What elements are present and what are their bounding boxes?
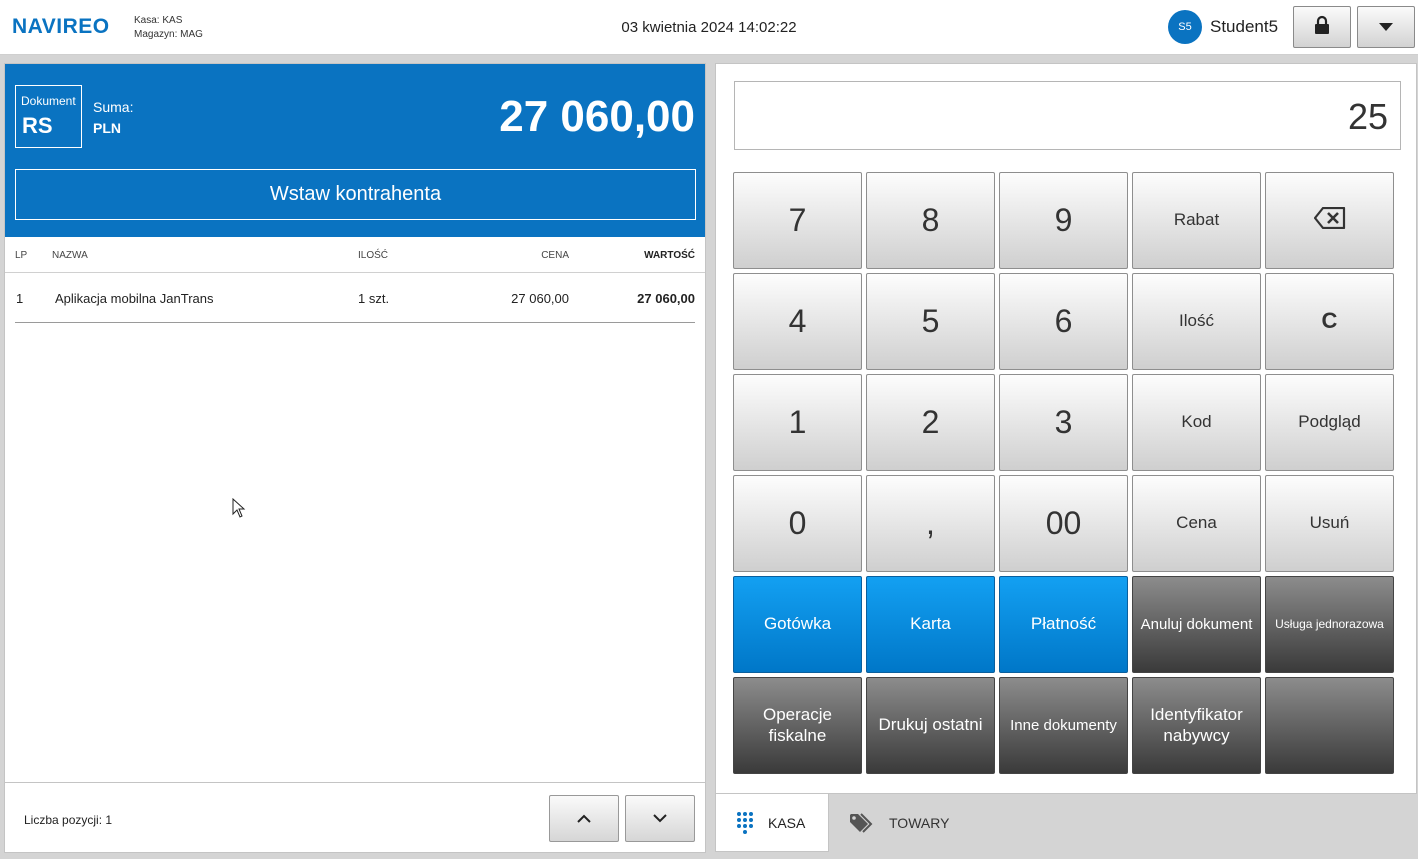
mouse-cursor-icon bbox=[232, 497, 246, 523]
empty-button[interactable] bbox=[1265, 677, 1394, 774]
tab-kasa[interactable]: KASA bbox=[715, 794, 829, 852]
key-9[interactable]: 9 bbox=[999, 172, 1128, 269]
station-info: Kasa: KAS Magazyn: MAG bbox=[134, 14, 203, 42]
item-count-label: Liczba pozycji: bbox=[24, 813, 103, 827]
col-wartosc: WARTOŚĆ bbox=[644, 250, 695, 261]
sum-label: Suma: bbox=[93, 99, 134, 115]
row-wartosc: 27 060,00 bbox=[637, 291, 695, 306]
key-00[interactable]: 00 bbox=[999, 475, 1128, 572]
username[interactable]: Student5 bbox=[1210, 17, 1278, 37]
document-total: 27 060,00 bbox=[499, 92, 695, 141]
col-nazwa: NAZWA bbox=[52, 250, 88, 261]
quantity-button[interactable]: Ilość bbox=[1132, 273, 1261, 370]
key-6[interactable]: 6 bbox=[999, 273, 1128, 370]
code-button[interactable]: Kod bbox=[1132, 374, 1261, 471]
item-count-value: 1 bbox=[105, 813, 113, 827]
row-lp: 1 bbox=[16, 291, 24, 306]
preview-button[interactable]: Podgląd bbox=[1265, 374, 1394, 471]
delete-button[interactable]: Usuń bbox=[1265, 475, 1394, 572]
document-label: Dokument bbox=[21, 94, 76, 108]
cancel-document-button[interactable]: Anuluj dokument bbox=[1132, 576, 1261, 673]
currency-label: PLN bbox=[93, 120, 121, 136]
kasa-label: Kasa: bbox=[134, 15, 160, 26]
receipt-footer: Liczba pozycji: 1 bbox=[5, 782, 705, 852]
item-count: Liczba pozycji: 1 bbox=[24, 813, 112, 827]
other-documents-button[interactable]: Inne dokumenty bbox=[999, 677, 1128, 774]
row-cena: 27 060,00 bbox=[511, 291, 569, 306]
tags-icon bbox=[849, 813, 875, 833]
scroll-down-button[interactable] bbox=[625, 795, 695, 842]
payment-button[interactable]: Płatność bbox=[999, 576, 1128, 673]
bottom-tabs: KASA TOWARY bbox=[715, 794, 1417, 852]
table-row[interactable]: 1 Aplikacja mobilna JanTrans 1 szt. 27 0… bbox=[15, 273, 695, 323]
document-code: RS bbox=[22, 113, 53, 138]
insert-contractor-button[interactable]: Wstaw kontrahenta bbox=[15, 169, 696, 220]
receipt-panel: Dokument RS Suma: PLN 27 060,00 Wstaw ko… bbox=[4, 63, 706, 853]
key-2[interactable]: 2 bbox=[866, 374, 995, 471]
key-4[interactable]: 4 bbox=[733, 273, 862, 370]
tab-kasa-label: KASA bbox=[768, 814, 806, 831]
key-comma[interactable]: , bbox=[866, 475, 995, 572]
magazyn-value: MAG bbox=[180, 29, 203, 40]
app-logo: NAVIREO bbox=[12, 15, 110, 38]
buyer-id-button[interactable]: Identyfikator nabywcy bbox=[1132, 677, 1261, 774]
keypad-display[interactable]: 25 bbox=[734, 81, 1401, 150]
one-time-service-button[interactable]: Usługa jednorazowa bbox=[1265, 576, 1394, 673]
backspace-icon bbox=[1313, 206, 1346, 234]
key-5[interactable]: 5 bbox=[866, 273, 995, 370]
avatar[interactable]: S5 bbox=[1168, 10, 1202, 44]
col-lp: LP bbox=[15, 250, 28, 261]
clear-button[interactable]: C bbox=[1265, 273, 1394, 370]
row-nazwa: Aplikacja mobilna JanTrans bbox=[55, 291, 214, 306]
row-ilosc: 1 szt. bbox=[358, 291, 390, 306]
kasa-value: KAS bbox=[162, 15, 183, 26]
scroll-up-button[interactable] bbox=[549, 795, 619, 842]
discount-button[interactable]: Rabat bbox=[1132, 172, 1261, 269]
lock-button[interactable] bbox=[1293, 6, 1351, 48]
lock-icon bbox=[1314, 15, 1330, 40]
price-button[interactable]: Cena bbox=[1132, 475, 1261, 572]
cash-payment-button[interactable]: Gotówka bbox=[733, 576, 862, 673]
key-0[interactable]: 0 bbox=[733, 475, 862, 572]
key-7[interactable]: 7 bbox=[733, 172, 862, 269]
backspace-button[interactable] bbox=[1265, 172, 1394, 269]
key-1[interactable]: 1 bbox=[733, 374, 862, 471]
chevron-up-icon bbox=[577, 810, 591, 828]
keypad-icon bbox=[736, 811, 754, 835]
table-header: LP NAZWA ILOŚĆ CENA WARTOŚĆ bbox=[5, 237, 705, 273]
card-payment-button[interactable]: Karta bbox=[866, 576, 995, 673]
document-header: Dokument RS Suma: PLN 27 060,00 Wstaw ko… bbox=[5, 64, 705, 237]
key-8[interactable]: 8 bbox=[866, 172, 995, 269]
col-ilosc: ILOŚĆ bbox=[358, 250, 389, 261]
top-bar: NAVIREO Kasa: KAS Magazyn: MAG 03 kwietn… bbox=[0, 0, 1418, 55]
print-last-button[interactable]: Drukuj ostatni bbox=[866, 677, 995, 774]
col-cena: CENA bbox=[541, 250, 569, 261]
document-type-box[interactable]: Dokument RS bbox=[15, 85, 82, 148]
user-menu-button[interactable] bbox=[1357, 6, 1415, 48]
key-3[interactable]: 3 bbox=[999, 374, 1128, 471]
tab-towary[interactable]: TOWARY bbox=[849, 794, 979, 852]
fiscal-operations-button[interactable]: Operacje fiskalne bbox=[733, 677, 862, 774]
tab-towary-label: TOWARY bbox=[889, 815, 950, 831]
magazyn-label: Magazyn: bbox=[134, 29, 178, 40]
caret-down-icon bbox=[1379, 18, 1393, 36]
datetime: 03 kwietnia 2024 14:02:22 bbox=[621, 19, 797, 36]
keypad-panel: 25 7 8 9 Rabat 4 5 6 Ilość C 1 2 3 Kod P… bbox=[715, 63, 1417, 794]
chevron-down-icon bbox=[653, 810, 667, 828]
